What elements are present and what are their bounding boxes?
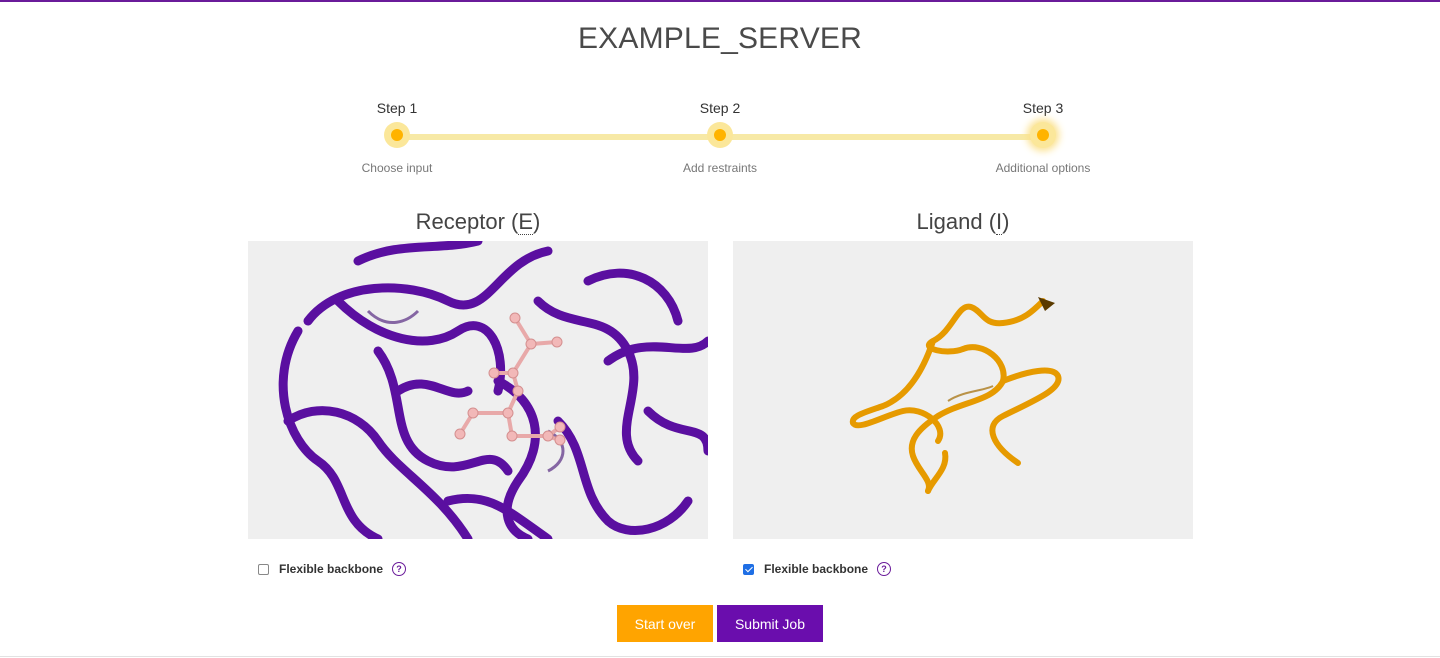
step-2-dot-icon[interactable] — [707, 122, 733, 148]
receptor-flexible-backbone-checkbox[interactable] — [258, 563, 269, 575]
receptor-title: Receptor (E) — [415, 209, 541, 235]
step-3-label: Step 3 — [1022, 100, 1064, 116]
receptor-ribbon-image — [278, 241, 708, 539]
progress-stepper: Step 1 Choose input Step 2 Add restraint… — [0, 0, 1440, 190]
ligand-ribbon-image — [849, 297, 1062, 494]
ligand-title: Ligand (I) — [916, 209, 1010, 235]
step-1-label: Step 1 — [376, 100, 418, 116]
start-over-button[interactable]: Start over — [617, 605, 713, 642]
receptor-flexible-backbone-label[interactable]: Flexible backbone — [279, 562, 383, 576]
step-3-dot-icon[interactable] — [1030, 122, 1056, 148]
step-3-description: Additional options — [995, 161, 1091, 175]
ligand-flexible-backbone-checkbox[interactable] — [743, 563, 754, 575]
receptor-flexible-backbone-option: Flexible backbone ? — [258, 560, 407, 578]
receptor-panel: Receptor (E) Flexible backbone ? — [248, 205, 708, 576]
footer-divider — [0, 656, 1440, 657]
receptor-abbr: E — [518, 209, 534, 235]
question-circle-icon[interactable]: ? — [392, 562, 407, 576]
step-2-description: Add restraints — [682, 161, 758, 175]
ligand-flexible-backbone-label[interactable]: Flexible backbone — [764, 562, 868, 576]
step-1-dot-icon[interactable] — [384, 122, 410, 148]
ligand-flexible-backbone-option: Flexible backbone ? — [743, 560, 892, 578]
question-circle-icon[interactable]: ? — [877, 562, 892, 576]
ligand-structure-viewer[interactable] — [733, 241, 1193, 539]
ligand-panel: Ligand (I) Flexible backbone ? — [733, 205, 1193, 576]
step-1-description: Choose input — [361, 161, 433, 175]
receptor-structure-viewer[interactable] — [248, 241, 708, 539]
submit-job-button[interactable]: Submit Job — [717, 605, 823, 642]
step-2-label: Step 2 — [699, 100, 741, 116]
